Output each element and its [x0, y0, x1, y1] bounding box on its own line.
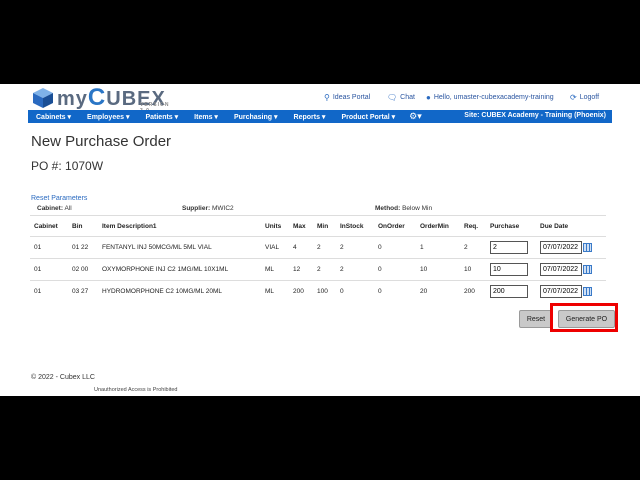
user-icon: ●: [426, 93, 431, 102]
nav-product-portal[interactable]: Product Portal ▾: [333, 113, 403, 121]
col-bin: Bin: [68, 215, 98, 237]
user-greeting-link[interactable]: ● Hello, umaster-cubexacademy-training: [426, 93, 554, 102]
calendar-icon[interactable]: [583, 242, 592, 252]
col-cabinet: Cabinet: [30, 215, 68, 237]
calendar-icon[interactable]: [583, 286, 592, 296]
unauthorized-notice: Unauthorized Access is Prohibited: [94, 387, 178, 393]
calendar-icon[interactable]: [583, 264, 592, 274]
due-date-input[interactable]: [540, 285, 582, 298]
site-label: Site: CUBEX Academy - Training (Phoenix): [464, 112, 606, 119]
page: myCUBEX VERSION 3.0 ⚲Ideas Portal 🗨Chat …: [0, 84, 640, 396]
po-number: PO #: 1070W: [31, 159, 104, 173]
col-max: Max: [289, 215, 313, 237]
top-bar: myCUBEX VERSION 3.0 ⚲Ideas Portal 🗨Chat …: [0, 84, 640, 114]
col-purchase: Purchase: [486, 215, 536, 237]
col-onorder: OnOrder: [374, 215, 416, 237]
logoff-icon: ⟳: [570, 93, 577, 102]
nav-reports[interactable]: Reports ▾: [286, 113, 334, 121]
col-item-description: Item Description1: [98, 215, 261, 237]
purchase-input[interactable]: [490, 241, 528, 254]
reset-button[interactable]: Reset: [519, 310, 553, 328]
col-instock: InStock: [336, 215, 374, 237]
supplier-filter: Supplier: MWIC2: [182, 205, 234, 212]
chat-link[interactable]: 🗨 Chat: [387, 93, 415, 102]
nav-cabinets[interactable]: Cabinets ▾: [28, 113, 79, 121]
lightbulb-icon: ⚲: [324, 93, 330, 102]
col-units: Units: [261, 215, 289, 237]
due-date-input[interactable]: [540, 263, 582, 276]
table-header-row: Cabinet Bin Item Description1 Units Max …: [30, 215, 606, 237]
purchase-order-table: Cabinet Bin Item Description1 Units Max …: [30, 215, 606, 302]
nav-employees[interactable]: Employees ▾: [79, 113, 137, 121]
table-row: 01 03 27 HYDROMORPHONE C2 10MG/ML 20ML M…: [30, 280, 606, 302]
table-row: 01 01 22 FENTANYL INJ 50MCG/ML 5ML VIAL …: [30, 236, 606, 259]
page-title: New Purchase Order: [31, 133, 172, 150]
gear-icon[interactable]: ⚙▾: [403, 111, 428, 122]
chat-icon: 🗨: [387, 93, 398, 102]
due-date-input[interactable]: [540, 241, 582, 254]
nav-items[interactable]: Items ▾: [186, 113, 226, 121]
col-min: Min: [313, 215, 336, 237]
reset-parameters-link[interactable]: Reset Parameters: [31, 195, 87, 202]
ideas-portal-link[interactable]: ⚲ Ideas Portal: [324, 93, 370, 102]
method-filter: Method: Below Min: [375, 205, 433, 212]
table-row: 01 02 00 OXYMORPHONE INJ C2 1MG/ML 10X1M…: [30, 258, 606, 281]
logoff-link[interactable]: ⟳ Logoff: [570, 93, 599, 102]
col-req: Req.: [460, 215, 486, 237]
cabinet-filter: Cabinet: All: [37, 205, 72, 212]
purchase-input[interactable]: [490, 263, 528, 276]
cube-logo-icon: [32, 87, 54, 109]
logo[interactable]: myCUBEX VERSION 3.0: [32, 85, 169, 114]
purchase-input[interactable]: [490, 285, 528, 298]
highlight-box: [550, 303, 618, 332]
nav-purchasing[interactable]: Purchasing ▾: [226, 113, 286, 121]
col-due-date: Due Date: [536, 215, 606, 237]
nav-patients[interactable]: Patients ▾: [137, 113, 186, 121]
copyright: © 2022 - Cubex LLC: [31, 374, 95, 381]
col-ordermin: OrderMin: [416, 215, 460, 237]
main-nav: Cabinets ▾ Employees ▾ Patients ▾ Items …: [28, 110, 612, 123]
